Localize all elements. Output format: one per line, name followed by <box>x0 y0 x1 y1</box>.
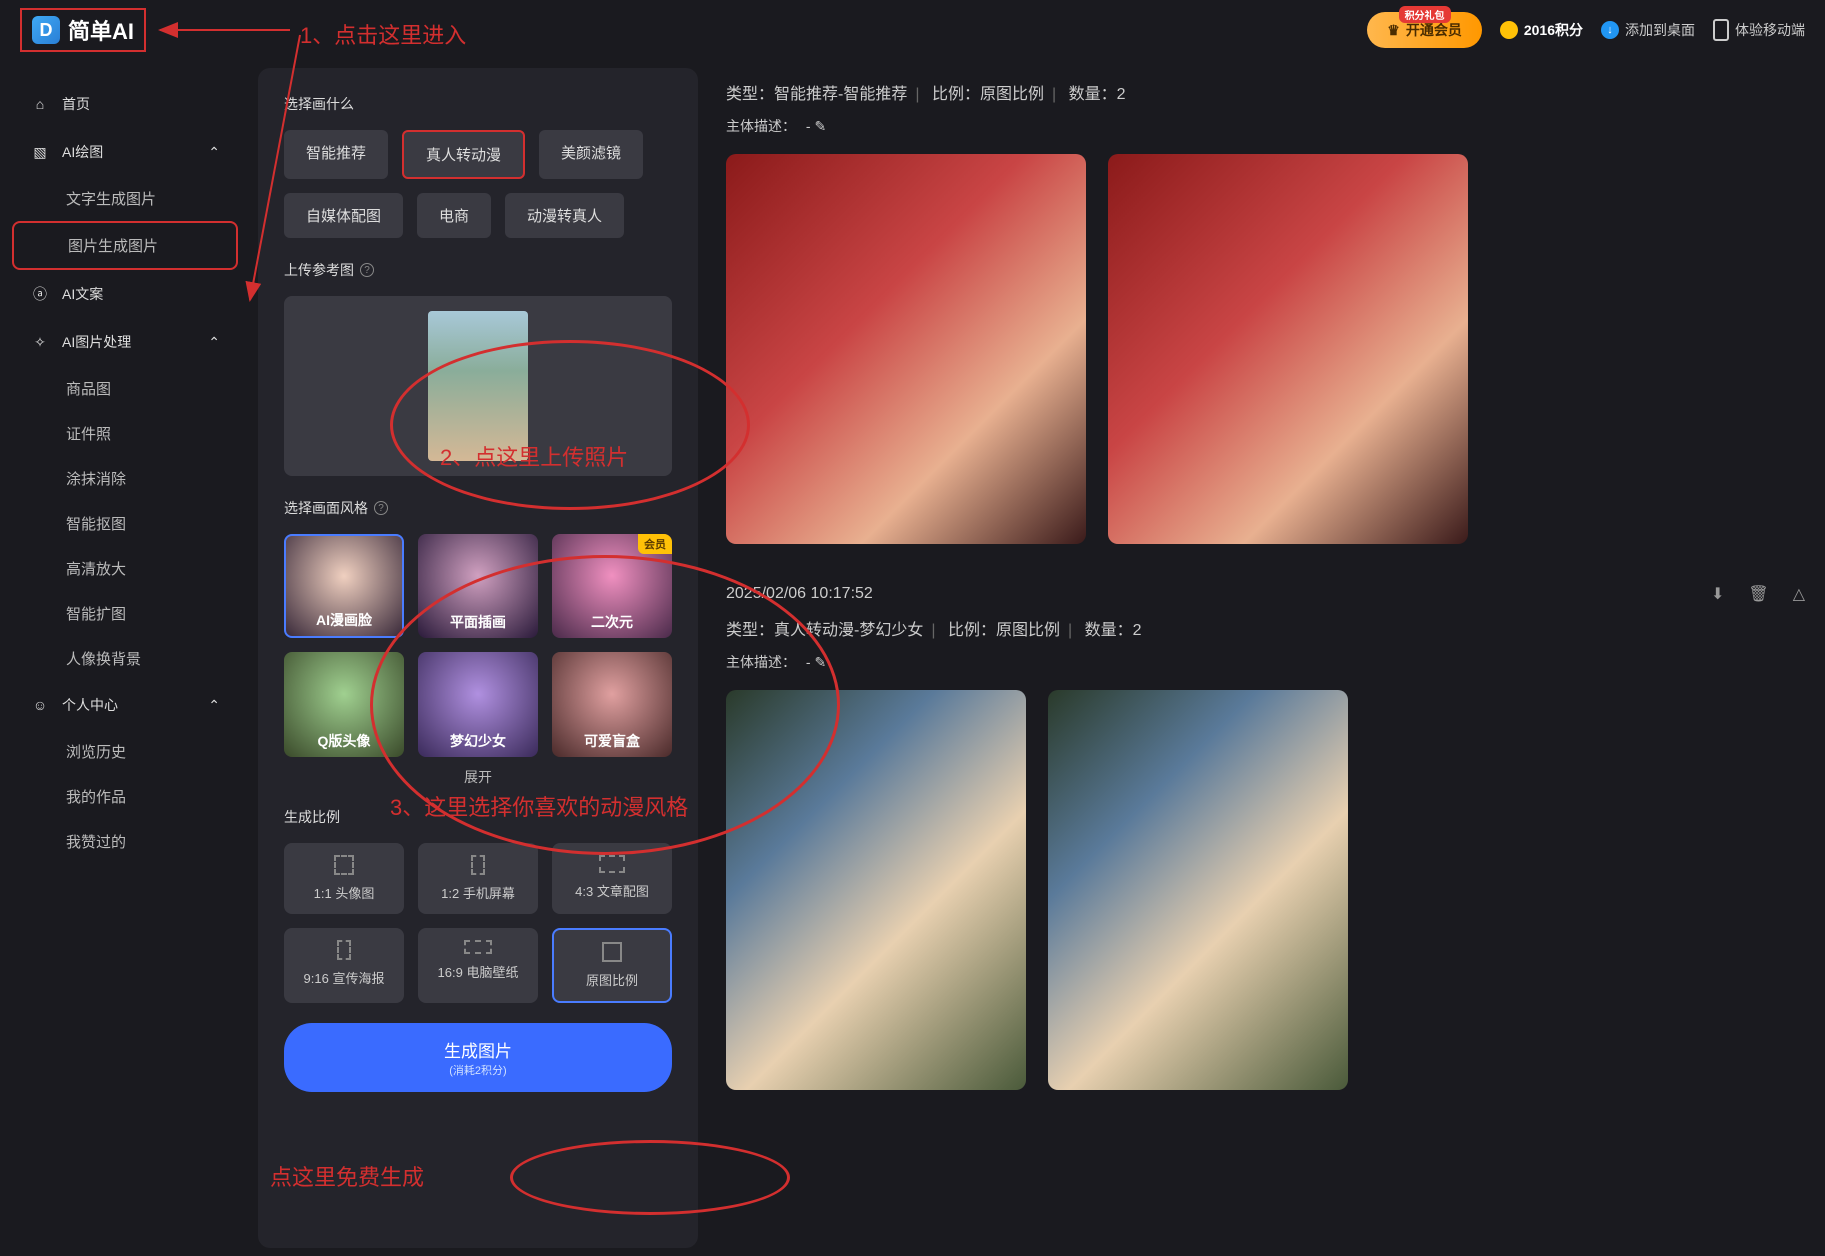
what-chip-0[interactable]: 智能推荐 <box>284 130 388 179</box>
ratio-grid: 1:1 头像图 1:2 手机屏幕 4:3 文章配图 9:16 宣传海报 16:9… <box>284 843 672 1003</box>
what-options: 智能推荐 真人转动漫 美颜滤镜 自媒体配图 电商 动漫转真人 <box>284 130 672 238</box>
upload-label: 上传参考图? <box>284 260 672 280</box>
download-icon: ↓ <box>1601 21 1619 39</box>
nav-proc-2[interactable]: 涂抹消除 <box>12 456 238 501</box>
nav-proc-3[interactable]: 智能抠图 <box>12 501 238 546</box>
style-card-3[interactable]: Q版头像 <box>284 652 404 756</box>
nav-home[interactable]: ⌂ 首页 <box>12 80 238 128</box>
edit-icon[interactable]: ✎ <box>814 654 826 670</box>
open-member-button[interactable]: 积分礼包 ♛ 开通会员 <box>1367 12 1482 48</box>
logo-icon: D <box>32 16 60 44</box>
ratio-icon <box>464 940 492 954</box>
ratio-5[interactable]: 原图比例 <box>552 928 672 1003</box>
warning-icon[interactable]: △ <box>1793 584 1805 604</box>
result-image[interactable] <box>726 690 1026 1090</box>
result-image[interactable] <box>1048 690 1348 1090</box>
what-chip-3[interactable]: 自媒体配图 <box>284 193 403 238</box>
crown-icon: ♛ <box>1387 22 1400 39</box>
points-display[interactable]: 2016积分 <box>1500 20 1583 40</box>
result-image[interactable] <box>726 154 1086 544</box>
chevron-up-icon: ⌃ <box>208 334 220 351</box>
nav-ai-draw[interactable]: ▧ AI绘图 ⌃ <box>12 128 238 176</box>
nav-img2img[interactable]: 图片生成图片 <box>12 221 238 270</box>
style-card-0[interactable]: AI漫画脸 <box>284 534 404 638</box>
result-timestamp-row: 2025/02/06 10:17:52 ⬇ 🗑 △ <box>726 584 1805 604</box>
nav-personal-1[interactable]: 我的作品 <box>12 774 238 819</box>
result-desc: 主体描述： - ✎ <box>726 116 1805 136</box>
sidebar: ⌂ 首页 ▧ AI绘图 ⌃ 文字生成图片 图片生成图片 ⓐ AI文案 ✧ AI图… <box>0 60 250 1256</box>
what-label: 选择画什么 <box>284 94 672 114</box>
ratio-icon <box>337 940 351 960</box>
editor-panel: 选择画什么 智能推荐 真人转动漫 美颜滤镜 自媒体配图 电商 动漫转真人 上传参… <box>258 68 698 1248</box>
ratio-icon <box>471 855 485 875</box>
style-card-2[interactable]: 会员二次元 <box>552 534 672 638</box>
nav-proc-1[interactable]: 证件照 <box>12 411 238 456</box>
ratio-icon <box>599 855 625 873</box>
nav-ai-process[interactable]: ✧ AI图片处理 ⌃ <box>12 318 238 366</box>
ratio-1[interactable]: 1:2 手机屏幕 <box>418 843 538 914</box>
nav-personal-0[interactable]: 浏览历史 <box>12 729 238 774</box>
topbar: D 简单AI 积分礼包 ♛ 开通会员 2016积分 ↓ 添加到桌面 体验移动端 <box>0 0 1825 60</box>
nav-proc-4[interactable]: 高清放大 <box>12 546 238 591</box>
nav-proc-5[interactable]: 智能扩图 <box>12 591 238 636</box>
text-icon: ⓐ <box>30 284 50 304</box>
user-icon: ☺ <box>30 695 50 715</box>
coin-icon <box>1500 21 1518 39</box>
home-icon: ⌂ <box>30 94 50 114</box>
style-card-4[interactable]: 梦幻少女 <box>418 652 538 756</box>
ratio-icon <box>602 942 622 962</box>
help-icon[interactable]: ? <box>374 501 388 515</box>
download-icon[interactable]: ⬇ <box>1711 584 1724 604</box>
generate-button[interactable]: 生成图片 (消耗2积分) <box>284 1023 672 1092</box>
ratio-label: 生成比例 <box>284 807 672 827</box>
image-icon: ▧ <box>30 142 50 162</box>
gen-cost: (消耗2积分) <box>298 1062 658 1078</box>
what-chip-2[interactable]: 美颜滤镜 <box>539 130 643 179</box>
ratio-3[interactable]: 9:16 宣传海报 <box>284 928 404 1003</box>
ratio-icon <box>334 855 354 875</box>
style-card-5[interactable]: 可爱盲盒 <box>552 652 672 756</box>
delete-icon[interactable]: 🗑 <box>1748 584 1768 604</box>
add-to-desktop-button[interactable]: ↓ 添加到桌面 <box>1601 20 1695 40</box>
result-meta: 类型：真人转动漫-梦幻少女| 比例：原图比例| 数量：2 <box>726 616 1805 640</box>
result-meta: 类型：智能推荐-智能推荐| 比例：原图比例| 数量：2 <box>726 80 1805 104</box>
ratio-0[interactable]: 1:1 头像图 <box>284 843 404 914</box>
chevron-up-icon: ⌃ <box>208 697 220 714</box>
nav-proc-0[interactable]: 商品图 <box>12 366 238 411</box>
nav-personal-2[interactable]: 我赞过的 <box>12 819 238 864</box>
uploaded-thumb <box>428 311 528 461</box>
logo[interactable]: D 简单AI <box>20 8 146 52</box>
nav-personal[interactable]: ☺ 个人中心 ⌃ <box>12 681 238 729</box>
edit-icon[interactable]: ✎ <box>814 118 826 134</box>
nav-ai-copy[interactable]: ⓐ AI文案 <box>12 270 238 318</box>
ratio-4[interactable]: 16:9 电脑壁纸 <box>418 928 538 1003</box>
result-desc: 主体描述： - ✎ <box>726 652 1805 672</box>
chevron-up-icon: ⌃ <box>208 144 220 161</box>
result-group-2: 2025/02/06 10:17:52 ⬇ 🗑 △ 类型：真人转动漫-梦幻少女|… <box>726 584 1805 1090</box>
mobile-icon <box>1713 19 1729 41</box>
style-label: 选择画面风格? <box>284 498 672 518</box>
style-grid: AI漫画脸 平面插画 会员二次元 Q版头像 梦幻少女 可爱盲盒 <box>284 534 672 757</box>
expand-styles-button[interactable]: 展开 <box>284 767 672 787</box>
style-card-1[interactable]: 平面插画 <box>418 534 538 638</box>
gift-badge: 积分礼包 <box>1399 6 1451 23</box>
magic-icon: ✧ <box>30 332 50 352</box>
what-chip-4[interactable]: 电商 <box>417 193 491 238</box>
what-chip-1[interactable]: 真人转动漫 <box>402 130 525 179</box>
nav-proc-6[interactable]: 人像换背景 <box>12 636 238 681</box>
result-group-1: 类型：智能推荐-智能推荐| 比例：原图比例| 数量：2 主体描述： - ✎ <box>726 80 1805 544</box>
vip-tag: 会员 <box>638 534 672 554</box>
help-icon[interactable]: ? <box>360 263 374 277</box>
mobile-trial-button[interactable]: 体验移动端 <box>1713 19 1805 41</box>
topbar-actions: 积分礼包 ♛ 开通会员 2016积分 ↓ 添加到桌面 体验移动端 <box>1367 12 1805 48</box>
app-name: 简单AI <box>68 14 134 46</box>
upload-reference-image[interactable] <box>284 296 672 476</box>
ratio-2[interactable]: 4:3 文章配图 <box>552 843 672 914</box>
result-image[interactable] <box>1108 154 1468 544</box>
result-timestamp: 2025/02/06 10:17:52 <box>726 585 873 603</box>
results-panel: 类型：智能推荐-智能推荐| 比例：原图比例| 数量：2 主体描述： - ✎ 20… <box>706 60 1825 1256</box>
what-chip-5[interactable]: 动漫转真人 <box>505 193 624 238</box>
nav-text2img[interactable]: 文字生成图片 <box>12 176 238 221</box>
